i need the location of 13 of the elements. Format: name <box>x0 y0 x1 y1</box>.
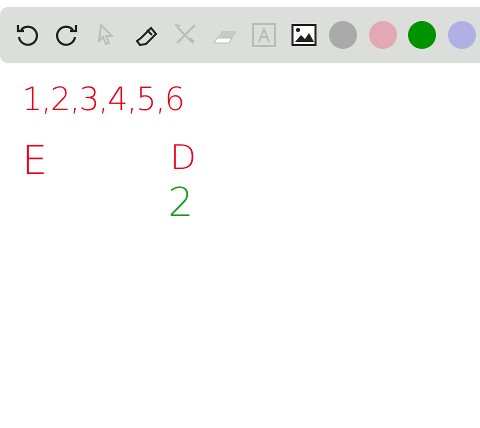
color-swatch[interactable] <box>408 21 436 49</box>
handwritten-text: 1,2,3,4,5,6 <box>22 83 184 115</box>
redo-icon <box>54 22 80 48</box>
color-swatch[interactable] <box>368 21 396 49</box>
image-icon <box>290 22 316 48</box>
text-icon <box>251 22 277 48</box>
image-button[interactable] <box>290 21 318 49</box>
handwritten-text: D <box>170 141 196 175</box>
handwritten-text: E <box>22 141 48 181</box>
color-swatch[interactable] <box>448 21 476 49</box>
undo-icon <box>14 22 40 48</box>
color-swatch[interactable] <box>329 21 357 49</box>
handwritten-text: 2 <box>168 183 194 223</box>
